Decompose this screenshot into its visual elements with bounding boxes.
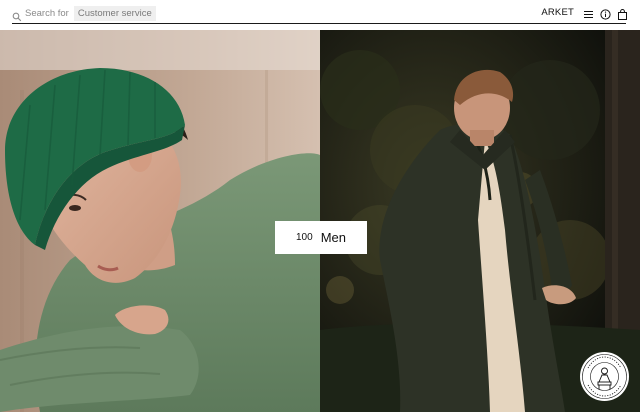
header-actions: ARKET bbox=[541, 5, 628, 20]
brand-logo[interactable]: ARKET bbox=[541, 7, 574, 18]
category-count: 100 bbox=[296, 232, 313, 243]
man-in-green-beanie-photo[interactable] bbox=[0, 30, 320, 412]
menu-icon[interactable] bbox=[583, 7, 594, 18]
search-icon[interactable] bbox=[12, 9, 22, 21]
site-header: Search for Customer service ARKET bbox=[0, 0, 640, 28]
search-suggestion-customer-service[interactable]: Customer service bbox=[73, 6, 156, 21]
category-men-link[interactable]: 100 Men bbox=[275, 221, 367, 254]
info-icon[interactable] bbox=[600, 7, 611, 20]
bag-icon[interactable] bbox=[617, 7, 628, 20]
search-bar[interactable]: Search for Customer service bbox=[12, 4, 626, 24]
category-label: Men bbox=[320, 230, 346, 245]
circular-stamp-badge[interactable] bbox=[580, 352, 629, 401]
search-placeholder[interactable]: Search for bbox=[25, 8, 69, 19]
